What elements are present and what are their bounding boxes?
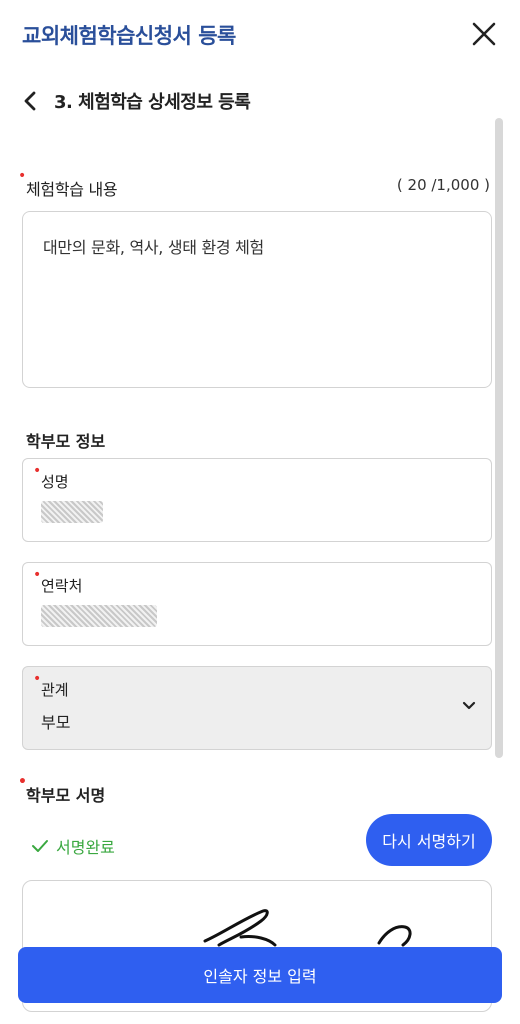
- page-title: 교외체험학습신청서 등록: [22, 24, 236, 48]
- parent-section-label: 학부모 정보: [26, 432, 106, 451]
- parent-name-field[interactable]: 성명: [22, 458, 492, 542]
- content-textarea[interactable]: 대만의 문화, 역사, 생태 환경 체험: [22, 211, 492, 388]
- parent-contact-field[interactable]: 연락처: [22, 562, 492, 646]
- relation-value: 부모: [41, 713, 71, 732]
- submit-button[interactable]: 인솔자 정보 입력: [18, 947, 502, 1003]
- step-title: 3. 체험학습 상세정보 등록: [54, 92, 251, 113]
- step-header: 3. 체험학습 상세정보 등록: [0, 80, 520, 124]
- check-icon: [32, 840, 48, 852]
- parent-contact-label: 연락처: [33, 567, 83, 596]
- signature-label: 학부모 서명: [18, 774, 106, 806]
- relation-label: 관계: [33, 671, 69, 700]
- chevron-down-icon: [461, 697, 477, 713]
- relation-select[interactable]: 관계 부모: [22, 666, 492, 750]
- parent-contact-value-masked: [41, 605, 157, 627]
- signature-label-text: 학부모 서명: [26, 786, 106, 805]
- parent-contact-label-text: 연락처: [41, 577, 83, 595]
- parent-name-label: 성명: [33, 463, 69, 492]
- back-icon[interactable]: [18, 88, 44, 114]
- resign-button[interactable]: 다시 서명하기: [366, 814, 492, 866]
- content-text: 대만의 문화, 역사, 생태 환경 체험: [43, 238, 264, 257]
- signature-status-text: 서명완료: [56, 838, 115, 857]
- signature-status: 서명완료: [30, 834, 115, 858]
- parent-name-value-masked: [41, 501, 103, 523]
- close-icon[interactable]: [468, 18, 500, 50]
- content-label: 체험학습 내용: [18, 168, 118, 200]
- relation-label-text: 관계: [41, 681, 69, 699]
- char-counter: ( 20 /1,000 ): [396, 176, 490, 194]
- parent-name-label-text: 성명: [41, 473, 69, 491]
- scrollbar[interactable]: [495, 118, 503, 758]
- content-label-text: 체험학습 내용: [26, 180, 118, 199]
- header: 교외체험학습신청서 등록: [0, 0, 520, 72]
